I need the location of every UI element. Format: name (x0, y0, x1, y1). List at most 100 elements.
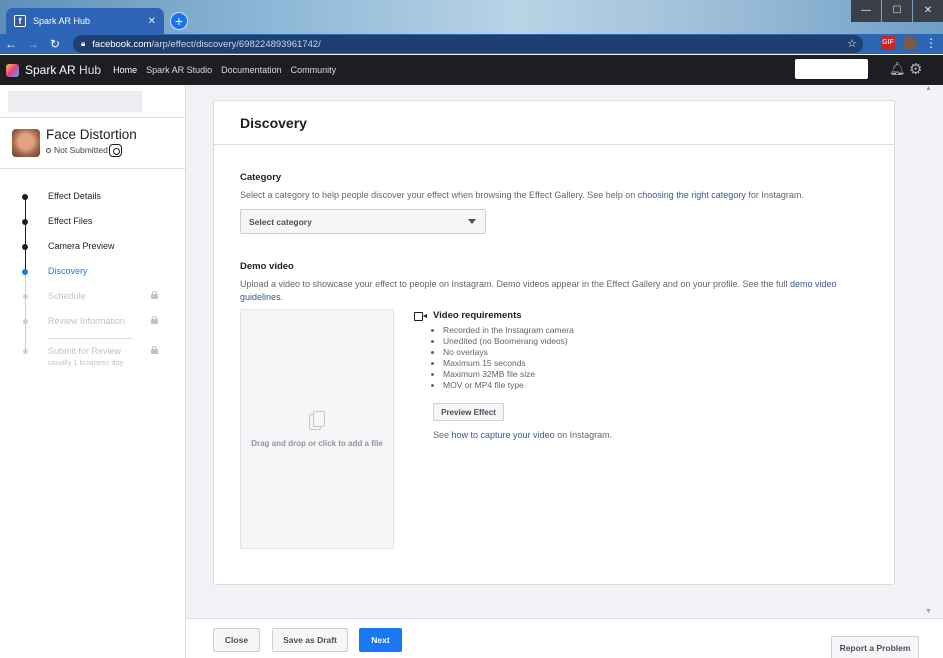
facebook-favicon-icon: f (14, 15, 26, 27)
category-select[interactable]: Select category (240, 209, 486, 234)
category-select-value: Select category (249, 216, 312, 227)
top-search-input[interactable] (795, 59, 868, 79)
video-requirements-title: Video requirements (433, 310, 522, 321)
step-label: Schedule (48, 291, 86, 301)
category-description: Select a category to help people discove… (240, 189, 865, 202)
next-button[interactable]: Next (359, 628, 402, 652)
report-problem-button[interactable]: Report a Problem (831, 636, 919, 658)
status-text: Not Submitted (54, 145, 108, 155)
video-dropzone[interactable]: Drag and drop or click to add a file (240, 309, 394, 549)
brand-suffix: Hub (79, 63, 102, 77)
tab-title: Spark AR Hub (33, 16, 91, 26)
scroll-up-icon[interactable]: ▲ (925, 85, 935, 92)
notifications-bell-icon[interactable]: 🔔︎ (889, 61, 906, 77)
bookmark-star-icon[interactable]: ☆ (847, 37, 857, 50)
step-schedule: Schedule (0, 288, 185, 306)
sidebar-divider (0, 168, 185, 169)
window-controls: — ☐ ✕ (850, 0, 943, 22)
step-line-done (25, 198, 26, 273)
reload-icon[interactable]: ↻ (44, 37, 66, 51)
step-discovery[interactable]: Discovery (0, 263, 185, 281)
nav-spark-ar-studio[interactable]: Spark AR Studio (146, 65, 212, 75)
video-camera-icon (414, 312, 427, 321)
step-dot (22, 194, 28, 200)
nav-home[interactable]: Home (113, 65, 137, 75)
step-separator (48, 338, 133, 339)
profile-avatar[interactable] (903, 36, 917, 50)
brand-name: Spark AR (25, 63, 76, 77)
step-review-information: Review Information (0, 313, 185, 331)
browser-titlebar: f Spark AR Hub ✕ + — ☐ ✕ (0, 0, 943, 34)
forward-arrow-icon[interactable]: → (22, 37, 44, 51)
lock-icon (151, 346, 158, 354)
step-dot (22, 244, 28, 250)
lock-icon (151, 291, 158, 299)
requirement-item: MOV or MP4 file type (443, 380, 574, 391)
demo-text: Upload a video to showcase your effect t… (240, 279, 790, 289)
spark-ar-logo[interactable]: Spark AR Hub (6, 63, 101, 77)
browser-tab[interactable]: f Spark AR Hub ✕ (6, 8, 164, 34)
step-effect-details[interactable]: Effect Details (0, 188, 185, 206)
demo-video-description: Upload a video to showcase your effect t… (240, 278, 865, 303)
close-button[interactable]: Close (213, 628, 260, 652)
status-dot-icon (46, 147, 51, 153)
step-label: Discovery (48, 266, 88, 276)
save-draft-button[interactable]: Save as Draft (272, 628, 348, 652)
category-text-end: for Instagram. (745, 190, 804, 200)
sidebar-divider (0, 117, 185, 118)
back-arrow-icon[interactable]: ← (0, 37, 22, 51)
step-label: Effect Details (48, 191, 101, 201)
sidebar-search-input[interactable] (8, 91, 142, 112)
capture-video-link[interactable]: how to capture your video (452, 430, 555, 440)
step-camera-preview[interactable]: Camera Preview (0, 238, 185, 256)
tab-close-icon[interactable]: ✕ (148, 16, 156, 27)
instagram-icon (109, 144, 122, 157)
step-dot-active (22, 269, 28, 275)
step-label: Review Information (48, 316, 126, 326)
step-line-pending (25, 273, 26, 349)
nav-documentation[interactable]: Documentation (221, 65, 282, 75)
capture-help-text: See how to capture your video on Instagr… (433, 430, 612, 440)
preview-effect-button[interactable]: Preview Effect (433, 403, 504, 421)
step-dot-locked (22, 294, 28, 299)
url-host: facebook.com (92, 38, 152, 50)
panel-header: Discovery (214, 101, 894, 145)
video-requirements-list: Recorded in the Instagram camera Unedite… (443, 325, 574, 391)
demo-text-end: . (280, 291, 284, 302)
maximize-button[interactable]: ☐ (882, 0, 912, 22)
dropzone-text: Drag and drop or click to add a file (251, 438, 383, 448)
nav-community[interactable]: Community (291, 65, 337, 75)
new-tab-button[interactable]: + (170, 12, 188, 30)
discovery-panel: Discovery Category Select a category to … (213, 100, 895, 585)
step-submit-for-review: Submit for Review usually 1 business day (0, 343, 185, 369)
spark-ar-logo-icon (6, 63, 19, 77)
category-text: Select a category to help people discove… (240, 190, 638, 200)
effect-name: Face Distortion (46, 127, 137, 142)
step-dot-locked (22, 319, 28, 324)
choosing-category-link[interactable]: choosing the right category (638, 190, 746, 200)
settings-gear-icon[interactable]: ⚙ (909, 60, 922, 78)
requirement-item: Recorded in the Instagram camera (443, 325, 574, 336)
browser-menu-icon[interactable]: ⋮ (925, 36, 937, 50)
spark-ar-navbar: Spark AR Hub Home Spark AR Studio Docume… (0, 55, 943, 85)
scrollbar[interactable]: ▲ ▼ (925, 85, 935, 615)
page-title: Discovery (240, 114, 307, 131)
requirement-item: No overlays (443, 347, 574, 358)
file-upload-icon (309, 410, 325, 431)
gif-extension-icon[interactable]: GIF (881, 36, 895, 50)
category-heading: Category (240, 172, 282, 183)
top-nav-links: Home Spark AR Studio Documentation Commu… (113, 65, 336, 75)
step-label: Effect Files (48, 216, 93, 226)
browser-toolbar: ← → ↻ 🔒︎ facebook.com/arp/effect/discove… (0, 34, 943, 54)
step-effect-files[interactable]: Effect Files (0, 213, 185, 231)
window-close-button[interactable]: ✕ (913, 0, 943, 22)
extension-area: GIF ⋮ (881, 36, 937, 50)
secure-lock-icon: 🔒︎ (81, 39, 86, 48)
step-label: Camera Preview (48, 241, 115, 251)
see-prefix: See (433, 430, 452, 440)
scroll-down-icon[interactable]: ▼ (925, 608, 932, 615)
step-dot-locked (22, 349, 28, 354)
minimize-button[interactable]: — (851, 0, 881, 22)
sidebar: Face Distortion Not Submitted Effect Det… (0, 85, 186, 658)
address-bar[interactable]: 🔒︎ facebook.com/arp/effect/discovery/698… (73, 35, 863, 53)
